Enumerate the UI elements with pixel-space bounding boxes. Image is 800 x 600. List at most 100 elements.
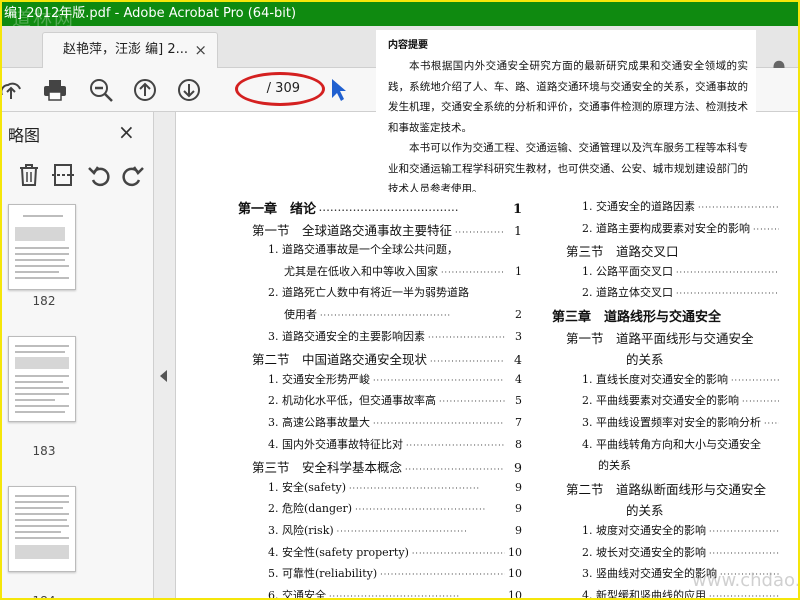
toc-entry-title: 5. 可靠性(reliability) <box>268 567 378 581</box>
toc-entry: 3. 竖曲线对交通安全的影响··························… <box>582 565 796 581</box>
thumbnails-pane: 略图 × 182 183 <box>2 112 154 598</box>
toc-leader-dots: ····································· <box>720 570 779 580</box>
toc-entry: 3. 平曲线设置频率对安全的影响分析······················… <box>582 414 796 430</box>
toc-page-number: 1 <box>514 222 522 238</box>
toc-entry: 的关系 <box>626 500 796 519</box>
toc-entry-title: 3. 道路交通安全的主要影响因素 <box>268 329 425 343</box>
print-icon[interactable] <box>42 77 68 103</box>
toc-entry-title: 3. 竖曲线对交通安全的影响 <box>582 567 717 581</box>
toc-entry-title: 2. 平曲线要素对交通安全的影响 <box>582 394 739 408</box>
toc-entry: 4. 新型缓和竖曲线的应用···························… <box>582 587 796 600</box>
toc-leader-dots: ····································· <box>329 591 461 600</box>
toc-leader-dots: ····································· <box>336 527 468 536</box>
toc-entry-title: 第三章 道路线形与交通安全 <box>552 310 722 325</box>
collapse-pane-strip[interactable] <box>154 112 176 598</box>
toc-page-number: 10 <box>508 545 522 559</box>
toc-entry-title: 2. 机动化水平低，但交通事故率高 <box>268 394 436 408</box>
previous-page-icon[interactable] <box>132 77 158 103</box>
toc-entry: 第一节 道路平面线形与交通安全 <box>566 328 796 347</box>
toc-entry-title: 的关系 <box>626 503 664 519</box>
toc-entry: 第三章 道路线形与交通安全 <box>552 306 796 325</box>
toc-entry-title: 1. 坡度对交通安全的影响 <box>582 524 706 537</box>
toc-entry: 1. 坡度对交通安全的影响···························… <box>582 522 796 538</box>
document-tab-label: 赵艳萍，汪澎 编] 2... <box>63 42 189 57</box>
page-thumbnail[interactable] <box>8 486 76 572</box>
toc-page-number: 9 <box>514 460 522 476</box>
rotate-counterclockwise-icon[interactable] <box>86 162 112 188</box>
document-tab[interactable]: 赵艳萍，汪澎 编] 2... × <box>42 32 218 68</box>
collapse-arrow-icon[interactable] <box>160 370 167 382</box>
page-thumbnail[interactable] <box>8 336 76 422</box>
toc-entry-title: 第一节 全球道路交通事故主要特征 <box>252 222 453 238</box>
toc-leader-dots: ····································· <box>320 311 452 320</box>
toc-entry-title: 使用者 <box>284 308 317 321</box>
toc-entry-title: 2. 道路立体交叉口 <box>582 286 673 300</box>
page-count-highlight <box>235 72 325 106</box>
toc-leader-dots: ····································· <box>676 267 779 277</box>
toc-leader-dots: ····································· <box>455 227 505 237</box>
toc-leader-dots: ····································· <box>349 483 481 493</box>
zoom-out-icon[interactable] <box>88 77 114 103</box>
window-titlebar: 编] 2012年版.pdf - Adobe Acrobat Pro (64-bi… <box>2 2 798 26</box>
select-cursor-icon[interactable] <box>326 76 352 102</box>
toc-leader-dots: ····································· <box>380 570 505 580</box>
thumbnail-page-label: 184 <box>24 594 64 598</box>
toc-entry: 第一章 绪论 ··································… <box>238 198 522 217</box>
toc-entry-title: 2. 坡长对交通安全的影响 <box>582 545 706 559</box>
toc-entry: 4. 平曲线转角方向和大小与交通安全 <box>582 436 796 452</box>
rotate-clockwise-icon[interactable] <box>120 162 146 188</box>
toc-leader-dots: ····································· <box>764 419 779 428</box>
toc-leader-dots: ····································· <box>709 548 779 558</box>
toc-page-number: 10 <box>508 588 522 600</box>
toc-entry: 2. 坡长对交通安全的影响···························… <box>582 544 796 560</box>
toc-page-number: 10 <box>508 567 522 581</box>
upload-icon[interactable] <box>0 77 24 103</box>
toc-entry: 第三节 道路交叉口 <box>566 241 796 260</box>
thumbnail-page-label: 182 <box>32 294 56 308</box>
toc-entry-title: 2. 道路死亡人数中有将近一半为弱势道路 <box>268 286 469 300</box>
toc-entry: 1. 公路平面交叉口······························… <box>582 263 796 279</box>
toc-entry-title: 第三节 道路交叉口 <box>566 244 679 260</box>
page-thumbnail[interactable] <box>8 204 76 290</box>
toc-entry-title: 6. 交通安全 <box>268 588 326 600</box>
toc-entry: 3. 风险(risk) ·····························… <box>268 522 522 538</box>
toc-leader-dots: ····································· <box>676 289 779 299</box>
toc-leader-dots: ····································· <box>405 465 505 475</box>
toc-leader-dots: ····································· <box>731 375 779 385</box>
toc-leader-dots: ····································· <box>355 505 487 515</box>
toc-entry-title: 3. 平曲线设置频率对安全的影响分析 <box>582 416 761 429</box>
toc-entry: 2. 平曲线要素对交通安全的影响························… <box>582 392 796 408</box>
toc-entry: 第三节 安全科学基本概念 ····························… <box>252 457 522 476</box>
delete-icon[interactable] <box>16 162 42 188</box>
toc-entry-title: 4. 平曲线转角方向和大小与交通安全 <box>582 437 761 451</box>
toc-page-number: 9 <box>515 480 522 494</box>
toc-entry: 第二节 道路纵断面线形与交通安全 <box>566 479 796 498</box>
toc-leader-dots: ····································· <box>439 397 505 407</box>
toc-leader-dots: ····································· <box>428 332 505 342</box>
toc-page-number: 9 <box>515 524 522 537</box>
toc-page-number: 4 <box>515 372 522 386</box>
toc-entry-title: 4. 新型缓和竖曲线的应用 <box>582 588 706 600</box>
toc-entry: 的关系 <box>598 457 796 473</box>
toc-leader-dots: ····································· <box>753 224 779 234</box>
toc-entry: 1. 交通安全的道路因素····························… <box>582 198 796 214</box>
close-tab-button[interactable]: × <box>194 33 207 67</box>
extract-pages-icon[interactable] <box>50 162 76 188</box>
toc-leader-dots: ····································· <box>373 419 505 428</box>
toc-page-number: 7 <box>515 416 522 429</box>
toc-entry-title: 的关系 <box>626 352 664 368</box>
toc-leader-dots: ····································· <box>441 267 505 277</box>
toc-page-number: 3 <box>515 329 522 343</box>
toc-entry: 1. 道路交通事故是一个全球公共问题， <box>268 241 522 257</box>
toc-entry: 3. 高速公路事故量大 ·····························… <box>268 414 522 430</box>
next-page-icon[interactable] <box>176 77 202 103</box>
toc-entry: 使用者 ·····································… <box>284 306 522 322</box>
toc-entry-title: 3. 风险(risk) <box>268 524 334 537</box>
toc-entry-title: 1. 安全(safety) <box>268 480 346 494</box>
toc-entry: 尤其是在低收入和中等收入国家··························… <box>284 263 522 279</box>
toc-page-number: 9 <box>515 502 522 516</box>
close-pane-button[interactable]: × <box>118 120 135 144</box>
toc-leader-dots: ····································· <box>742 397 779 407</box>
toc-entry-title: 第二节 中国道路交通安全现状 <box>252 352 428 368</box>
toc-entry-title: 4. 国内外交通事故特征比对 <box>268 437 403 451</box>
